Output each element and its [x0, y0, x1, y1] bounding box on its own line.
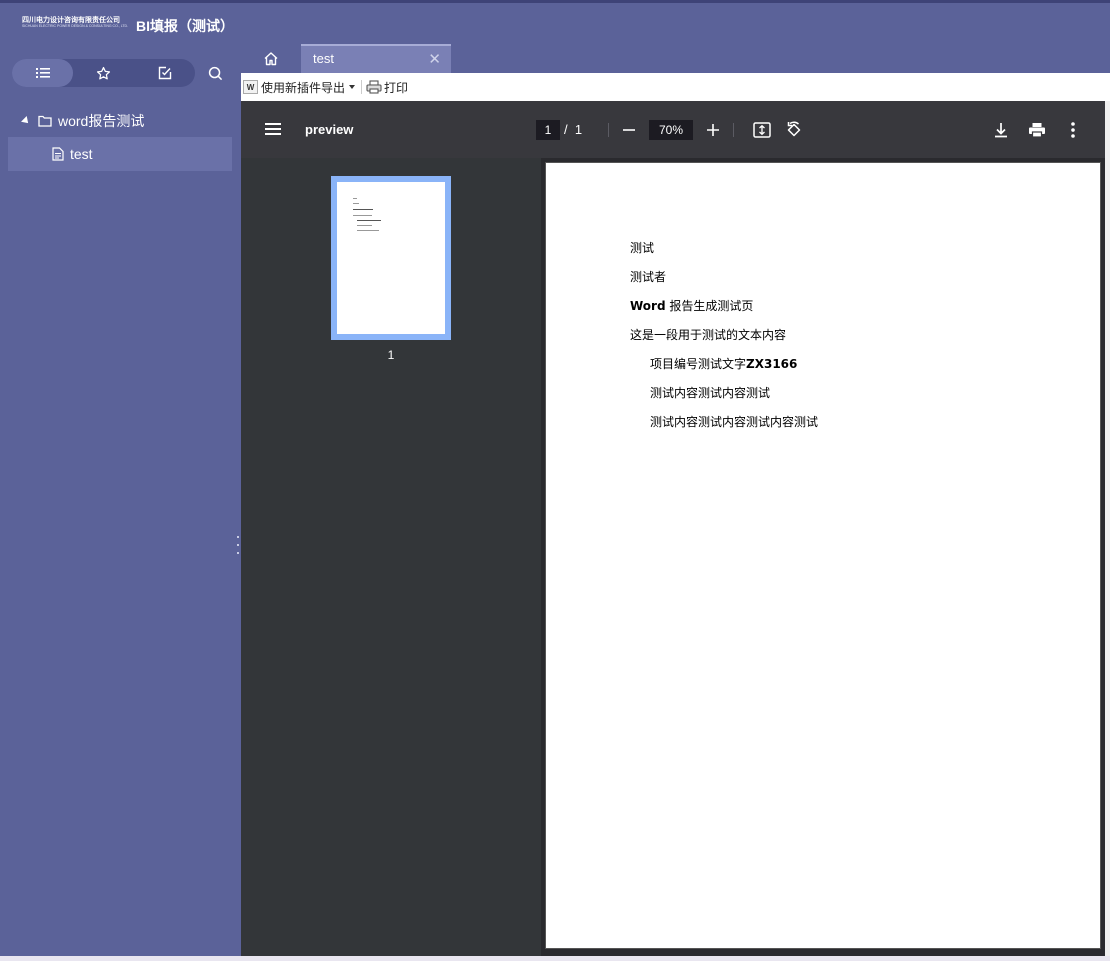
- viewer-toolbar: preview 1 / 1 70%: [241, 101, 1105, 158]
- toggle-sidebar-button[interactable]: [261, 119, 285, 139]
- folder-icon: [38, 115, 52, 127]
- word-icon: W: [243, 80, 258, 94]
- more-vertical-icon: [1071, 122, 1075, 138]
- page-line: Word 报告生成测试页: [630, 297, 753, 314]
- download-button[interactable]: [990, 119, 1012, 141]
- caret-down-icon: [21, 116, 31, 126]
- download-icon: [995, 123, 1007, 138]
- page-thumbnail[interactable]: [331, 176, 451, 340]
- list-icon: [35, 68, 50, 78]
- page-separator: /: [564, 122, 568, 137]
- page-line-rest: 项目编号测试文字: [650, 357, 747, 371]
- home-tab[interactable]: [241, 44, 301, 73]
- viewer-title: preview: [305, 122, 354, 137]
- logo-subtext: SICHUAN ELECTRIC POWER DESIGN & CONSULTI…: [22, 24, 129, 28]
- page-line: 这是一段用于测试的文本内容: [630, 328, 787, 342]
- thumb-line: [353, 209, 373, 210]
- thumbnail-page-number: 1: [387, 348, 395, 362]
- thumbnail-panel: 1: [241, 158, 541, 957]
- menu-icon: [265, 123, 281, 135]
- tab-test[interactable]: test ✕: [301, 44, 451, 73]
- search-icon: [208, 66, 222, 80]
- tree-item-label: test: [70, 146, 93, 162]
- close-icon[interactable]: ✕: [428, 50, 441, 68]
- tab-directory[interactable]: [12, 59, 73, 87]
- toolbar-divider: [733, 123, 734, 137]
- page-line: 测试者: [630, 270, 667, 284]
- print-label: 打印: [384, 80, 409, 95]
- app-header: 四川电力设计咨询有限责任公司 SICHUAN ELECTRIC POWER DE…: [0, 0, 1110, 44]
- thumb-line: [357, 225, 372, 226]
- pdf-page: 测试 测试者 Word 报告生成测试页 这是一段用于测试的文本内容 项目编号测试…: [545, 162, 1101, 949]
- toolbar-divider: [361, 80, 363, 94]
- sidebar: word报告测试 test: [0, 44, 243, 961]
- main-scrollbar[interactable]: [1105, 101, 1110, 957]
- tab-reports[interactable]: [134, 59, 195, 87]
- page-number-input[interactable]: 1: [536, 120, 560, 140]
- tab-bar: test ✕: [241, 44, 1110, 73]
- thumb-line: [357, 220, 381, 221]
- document-icon: [52, 147, 64, 161]
- minus-icon: [623, 129, 635, 131]
- page-line: 项目编号测试文字ZX3166: [650, 355, 797, 372]
- page-total: 1: [574, 122, 583, 137]
- rotate-button[interactable]: [783, 119, 805, 141]
- bottom-taskbar-strip: [0, 956, 1110, 961]
- thumb-line: [353, 203, 359, 204]
- page-line: 测试: [630, 241, 655, 255]
- zoom-in-button[interactable]: [703, 120, 723, 140]
- tab-test-label: test: [313, 51, 334, 66]
- company-logo: 四川电力设计咨询有限责任公司 SICHUAN ELECTRIC POWER DE…: [22, 15, 130, 31]
- viewer-print-button[interactable]: [1026, 119, 1048, 141]
- toolbar-divider: [608, 123, 609, 137]
- thumb-line: [353, 215, 372, 216]
- report-toolbar: W 使用新插件导出 打印: [241, 73, 1110, 101]
- print-button[interactable]: 打印: [366, 79, 408, 96]
- page-line-rest: 报告生成测试页: [665, 299, 754, 313]
- zoom-out-button[interactable]: [619, 120, 639, 140]
- export-label: 使用新插件导出: [261, 80, 346, 95]
- zoom-select[interactable]: 70%: [649, 120, 693, 140]
- star-icon: [96, 66, 111, 79]
- page-line-bold: ZX3166: [746, 357, 798, 371]
- fit-page-button[interactable]: [751, 120, 773, 140]
- tab-favorites[interactable]: [73, 59, 134, 87]
- page-container: 测试 测试者 Word 报告生成测试页 这是一段用于测试的文本内容 项目编号测试…: [541, 158, 1105, 957]
- tree-folder-label: word报告测试: [58, 113, 145, 129]
- pdf-viewer: preview 1 / 1 70% 1 测试 测试者 Word 报告生成测试页 …: [241, 101, 1105, 957]
- printer-icon: [1029, 123, 1045, 138]
- main-panel: test ✕ W 使用新插件导出 打印 preview 1 / 1 70% 1 …: [241, 44, 1110, 961]
- printer-icon: [366, 80, 382, 94]
- rotate-icon: [787, 121, 801, 137]
- tree-item-test[interactable]: test: [8, 137, 232, 171]
- page-count: / 1: [564, 122, 582, 137]
- plus-icon: [707, 124, 719, 136]
- caret-down-icon: [349, 85, 356, 89]
- page-line: 测试内容测试内容测试: [650, 386, 771, 400]
- page-line: 测试内容测试内容测试内容测试: [650, 415, 819, 429]
- fit-page-icon: [753, 122, 771, 138]
- app-title: BI填报（测试）: [136, 18, 234, 34]
- more-options-button[interactable]: [1062, 119, 1084, 141]
- tree-folder-word-report[interactable]: word报告测试: [8, 106, 232, 136]
- export-word-button[interactable]: W 使用新插件导出: [241, 79, 361, 96]
- page-line-bold: Word: [630, 299, 666, 313]
- thumb-line: [357, 230, 379, 231]
- home-icon: [264, 52, 278, 66]
- sidebar-tab-group: [12, 59, 195, 87]
- sidebar-search-button[interactable]: [203, 59, 227, 87]
- thumb-line: [353, 198, 357, 199]
- edit-check-icon: [158, 66, 171, 80]
